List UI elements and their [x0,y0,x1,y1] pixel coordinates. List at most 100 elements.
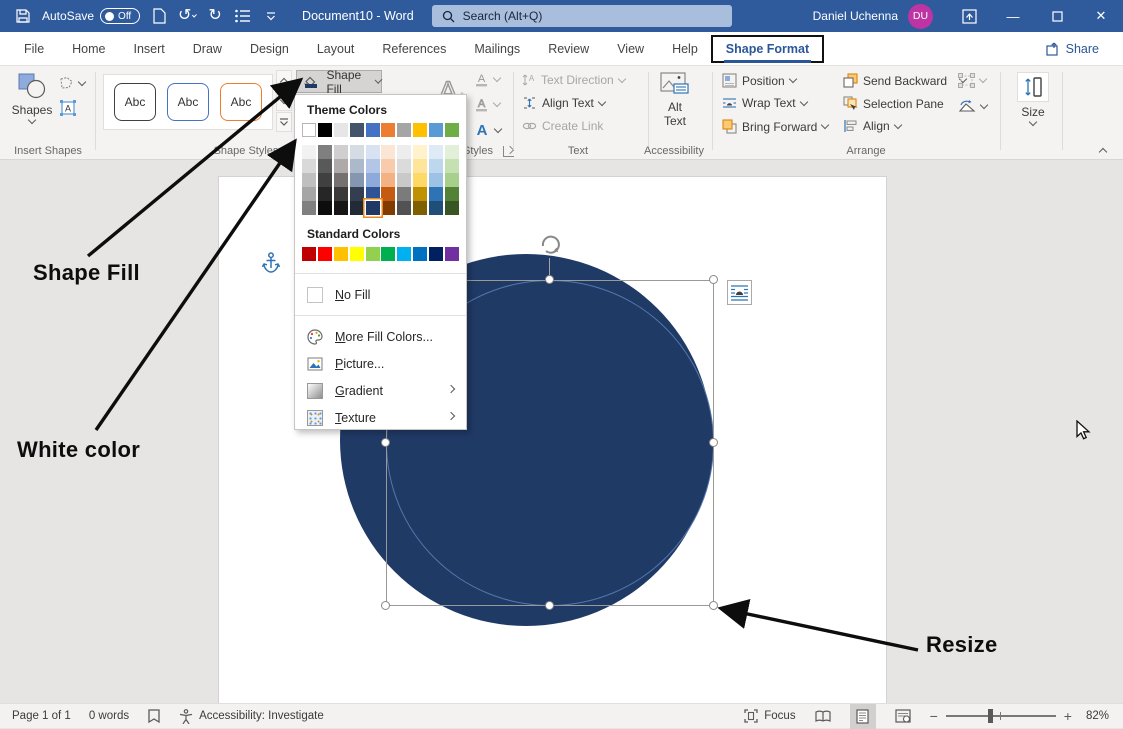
shape-style-preset[interactable]: Abc [167,83,209,121]
theme-variant-swatch[interactable] [334,173,348,187]
theme-variant-swatch[interactable] [397,201,411,215]
read-mode-button[interactable] [810,704,836,729]
theme-variant-swatch[interactable] [366,159,380,173]
theme-variant-swatch[interactable] [397,187,411,201]
align-button[interactable]: Align [843,119,901,133]
theme-variant-swatch[interactable] [397,173,411,187]
standard-color-swatch[interactable] [302,247,316,261]
theme-variant-swatch[interactable] [413,145,427,159]
theme-variant-swatch[interactable] [381,187,395,201]
avatar[interactable]: DU [908,4,933,29]
web-layout-button[interactable] [890,704,916,729]
zoom-out-icon[interactable]: − [930,708,938,724]
standard-color-swatch[interactable] [397,247,411,261]
tab-view[interactable]: View [603,36,658,62]
standard-color-swatch[interactable] [334,247,348,261]
menu-item-gradient[interactable]: Gradient [295,377,466,404]
theme-variant-swatch[interactable] [413,201,427,215]
theme-variant-swatch[interactable] [302,201,316,215]
tab-file[interactable]: File [10,36,58,62]
theme-color-swatch[interactable] [302,123,316,137]
resize-handle-top-middle[interactable] [545,275,554,284]
theme-variant-swatch[interactable] [381,145,395,159]
resize-handle-top-right[interactable] [709,275,718,284]
user-name[interactable]: Daniel Uchenna [813,9,898,23]
menu-item-texture[interactable]: Texture [295,404,466,431]
theme-variant-swatch[interactable] [381,201,395,215]
theme-variant-swatch[interactable] [318,173,332,187]
alt-text-button[interactable]: Alt Text [652,72,698,127]
edit-shape-button[interactable] [58,76,85,90]
autosave-toggle[interactable]: Off [100,8,140,24]
minimize-button[interactable]: — [991,0,1035,32]
standard-color-swatch[interactable] [366,247,380,261]
theme-color-swatch[interactable] [445,123,459,137]
search-input[interactable]: Search (Alt+Q) [432,5,732,27]
theme-variant-swatch[interactable] [350,173,364,187]
theme-variant-swatch[interactable] [318,187,332,201]
standard-color-swatch[interactable] [350,247,364,261]
theme-variant-swatch[interactable] [413,159,427,173]
word-count[interactable]: 0 words [89,710,129,722]
focus-button[interactable]: Focus [744,709,795,723]
theme-variant-swatch[interactable] [445,145,459,159]
menu-item-more-fill-colors[interactable]: More Fill Colors... [295,323,466,350]
theme-variant-swatch[interactable] [318,159,332,173]
theme-variant-swatch[interactable] [302,159,316,173]
accessibility-status[interactable]: Accessibility: Investigate [179,709,324,724]
theme-variant-swatch[interactable] [318,201,332,215]
layout-options-button[interactable] [727,280,752,305]
theme-variant-swatch[interactable] [334,187,348,201]
tab-design[interactable]: Design [236,36,303,62]
theme-variant-swatch[interactable] [445,159,459,173]
resize-handle-bottom-middle[interactable] [545,601,554,610]
theme-variant-swatch[interactable] [350,201,364,215]
tab-layout[interactable]: Layout [303,36,369,62]
tab-shape-format[interactable]: Shape Format [712,36,823,62]
tab-mailings[interactable]: Mailings [460,36,534,62]
theme-color-swatch[interactable] [397,123,411,137]
theme-variant-swatch[interactable] [334,145,348,159]
theme-variant-swatch[interactable] [350,187,364,201]
theme-variant-swatch[interactable] [318,145,332,159]
zoom-slider-thumb[interactable] [988,709,993,723]
gallery-more-button[interactable] [276,112,292,132]
theme-variant-swatch[interactable] [397,145,411,159]
new-document-icon[interactable] [150,7,168,25]
standard-color-swatch[interactable] [413,247,427,261]
theme-variant-swatch[interactable] [413,173,427,187]
bullet-list-icon[interactable] [234,7,252,25]
theme-color-swatch[interactable] [366,123,380,137]
zoom-in-icon[interactable]: + [1064,708,1072,724]
collapse-ribbon-button[interactable] [1100,144,1106,158]
rotate-handle-icon[interactable] [538,232,562,256]
theme-variant-swatch[interactable] [350,145,364,159]
text-fill-button[interactable]: A [474,72,500,87]
save-icon[interactable] [14,7,32,25]
theme-color-swatch[interactable] [318,123,332,137]
shape-style-preset[interactable]: Abc [220,83,262,121]
theme-variant-swatch[interactable] [445,173,459,187]
maximize-button[interactable] [1035,0,1079,32]
close-button[interactable]: ✕ [1079,0,1123,32]
theme-variant-swatch[interactable] [429,187,443,201]
theme-color-swatch[interactable] [413,123,427,137]
theme-variant-swatch[interactable] [413,187,427,201]
resize-handle-bottom-right[interactable] [709,601,718,610]
undo-icon[interactable]: ↺ [178,7,196,25]
print-layout-button[interactable] [850,704,876,729]
standard-color-swatch[interactable] [381,247,395,261]
theme-variant-swatch[interactable] [429,173,443,187]
theme-variant-swatch[interactable] [429,201,443,215]
tab-draw[interactable]: Draw [179,36,236,62]
standard-color-swatch[interactable] [429,247,443,261]
theme-variant-swatch[interactable] [429,159,443,173]
gallery-scroll-down[interactable] [276,91,292,111]
shapes-button[interactable]: Shapes [10,72,54,123]
theme-variant-swatch[interactable] [366,173,380,187]
tab-review[interactable]: Review [534,36,603,62]
size-button[interactable]: Size [1013,72,1053,125]
shape-style-preset[interactable]: Abc [114,83,156,121]
text-outline-button[interactable]: A [474,97,500,112]
redo-icon[interactable]: ↻ [206,7,224,25]
